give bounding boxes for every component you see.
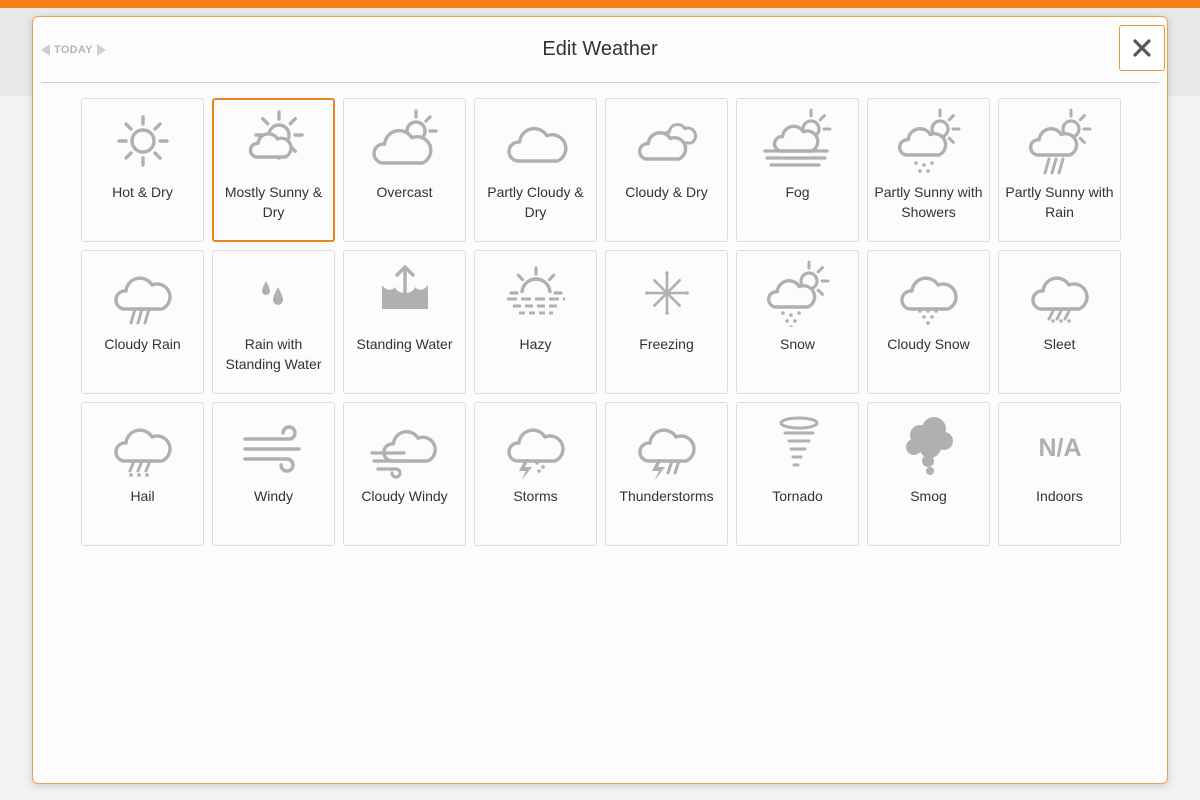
cloud-thunderstorm-icon	[638, 428, 696, 479]
weather-tile-label: Mostly Sunny & Dry	[224, 184, 323, 220]
weather-tile-sleet[interactable]: Sleet	[998, 250, 1121, 394]
sun-cloud-icon	[248, 110, 304, 160]
na-icon-text: N/A	[1038, 434, 1081, 462]
weather-tile-cloudy-windy[interactable]: Cloudy Windy	[343, 402, 466, 546]
cloud-icon	[507, 126, 568, 163]
weather-tile-indoors[interactable]: N/A Indoors	[998, 402, 1121, 546]
weather-tile-snow[interactable]: Snow	[736, 250, 859, 394]
weather-tile-label: Partly Cloudy & Dry	[487, 184, 584, 220]
weather-tile-hazy[interactable]: Hazy	[474, 250, 597, 394]
weather-tile-label: Cloudy Windy	[361, 488, 448, 504]
na-icon: N/A	[1038, 434, 1081, 462]
weather-tile-label: Hazy	[519, 336, 552, 352]
weather-tile-label: Snow	[779, 336, 816, 352]
sun-cloud-showers-icon	[897, 108, 961, 173]
weather-tile-label: Windy	[254, 488, 293, 504]
weather-options-grid: Hot & Dry Mostly Sunny & Dry Overcast Partl…	[81, 98, 1121, 546]
weather-tile-standing-water[interactable]: Standing Water	[343, 250, 466, 394]
standing-water-icon	[382, 265, 428, 309]
weather-tile-label: Thunderstorms	[619, 488, 714, 504]
weather-tile-label: Standing Water	[356, 336, 453, 352]
weather-tile-label: Hot & Dry	[112, 184, 173, 200]
hazy-icon	[507, 266, 565, 315]
weather-tile-label: Rain with Standing Water	[225, 336, 322, 372]
weather-tile-label: Freezing	[639, 336, 694, 352]
cloud-sleet-icon	[1031, 276, 1089, 323]
weather-tile-mostly-sunny-and-dry[interactable]: Mostly Sunny & Dry	[212, 98, 335, 242]
weather-tile-partly-sunny-with-rain[interactable]: Partly Sunny with Rain	[998, 98, 1121, 242]
weather-tile-partly-sunny-with-showers[interactable]: Partly Sunny with Showers	[867, 98, 990, 242]
cloud-storm-icon	[507, 428, 565, 479]
weather-tile-label: Smog	[910, 488, 947, 504]
weather-tile-hot-and-dry[interactable]: Hot & Dry	[81, 98, 204, 242]
weather-tile-cloudy-rain[interactable]: Cloudy Rain	[81, 250, 204, 394]
dialog-title: Edit Weather	[542, 38, 658, 60]
cloud-rain-icon	[114, 276, 172, 325]
weather-tile-partly-cloudy-and-dry[interactable]: Partly Cloudy & Dry	[474, 98, 597, 242]
weather-tile-label: Overcast	[376, 184, 433, 200]
fog-icon	[763, 108, 832, 167]
weather-tile-storms[interactable]: Storms	[474, 402, 597, 546]
close-button[interactable]	[1119, 25, 1165, 71]
weather-tile-cloudy-snow[interactable]: Cloudy Snow	[867, 250, 990, 394]
edit-weather-dialog: TODAY Edit Weather Hot & Dry Mostly Sunny…	[32, 16, 1168, 784]
weather-tile-label: Storms	[513, 488, 558, 504]
sun-cloud-snow-icon	[766, 260, 830, 327]
smog-icon	[906, 417, 953, 475]
weather-tile-label: Sleet	[1043, 336, 1076, 352]
weather-tile-fog[interactable]: Fog	[736, 98, 859, 242]
weather-tile-hail[interactable]: Hail	[81, 402, 204, 546]
cloud-wind-icon	[370, 429, 437, 479]
sun-icon	[117, 115, 169, 167]
weather-tile-thunderstorms[interactable]: Thunderstorms	[605, 402, 728, 546]
weather-tile-cloudy-and-dry[interactable]: Cloudy & Dry	[605, 98, 728, 242]
snowflake-icon	[645, 271, 689, 315]
weather-tile-label: Fog	[785, 184, 810, 200]
clouds-icon	[637, 123, 698, 161]
weather-tile-label: Partly Sunny with Showers	[874, 184, 983, 220]
close-icon	[1133, 39, 1151, 57]
cloud-snow-icon	[900, 276, 958, 325]
weather-tile-smog[interactable]: Smog	[867, 402, 990, 546]
weather-tile-label: Cloudy Snow	[887, 336, 970, 352]
weather-tile-label: Tornado	[772, 488, 823, 504]
drops-icon	[262, 281, 283, 305]
cloud-sun-big-icon	[372, 109, 438, 165]
weather-tile-label: Indoors	[1036, 488, 1083, 504]
weather-tile-overcast[interactable]: Overcast	[343, 98, 466, 242]
weather-tile-rain-with-standing-water[interactable]: Rain with Standing Water	[212, 250, 335, 394]
sun-cloud-rain-icon	[1028, 108, 1092, 175]
cloud-hail-icon	[114, 428, 172, 477]
tornado-icon	[779, 416, 819, 467]
weather-tile-label: Partly Sunny with Rain	[1005, 184, 1114, 220]
weather-tile-label: Cloudy & Dry	[625, 184, 708, 200]
weather-tile-label: Hail	[130, 488, 155, 504]
weather-tile-tornado[interactable]: Tornado	[736, 402, 859, 546]
weather-tile-freezing[interactable]: Freezing	[605, 250, 728, 394]
top-accent-bar	[0, 0, 1200, 8]
weather-tile-label: Cloudy Rain	[104, 336, 181, 352]
weather-tile-windy[interactable]: Windy	[212, 402, 335, 546]
wind-icon	[243, 425, 301, 473]
dialog-header: TODAY Edit Weather	[41, 17, 1165, 83]
